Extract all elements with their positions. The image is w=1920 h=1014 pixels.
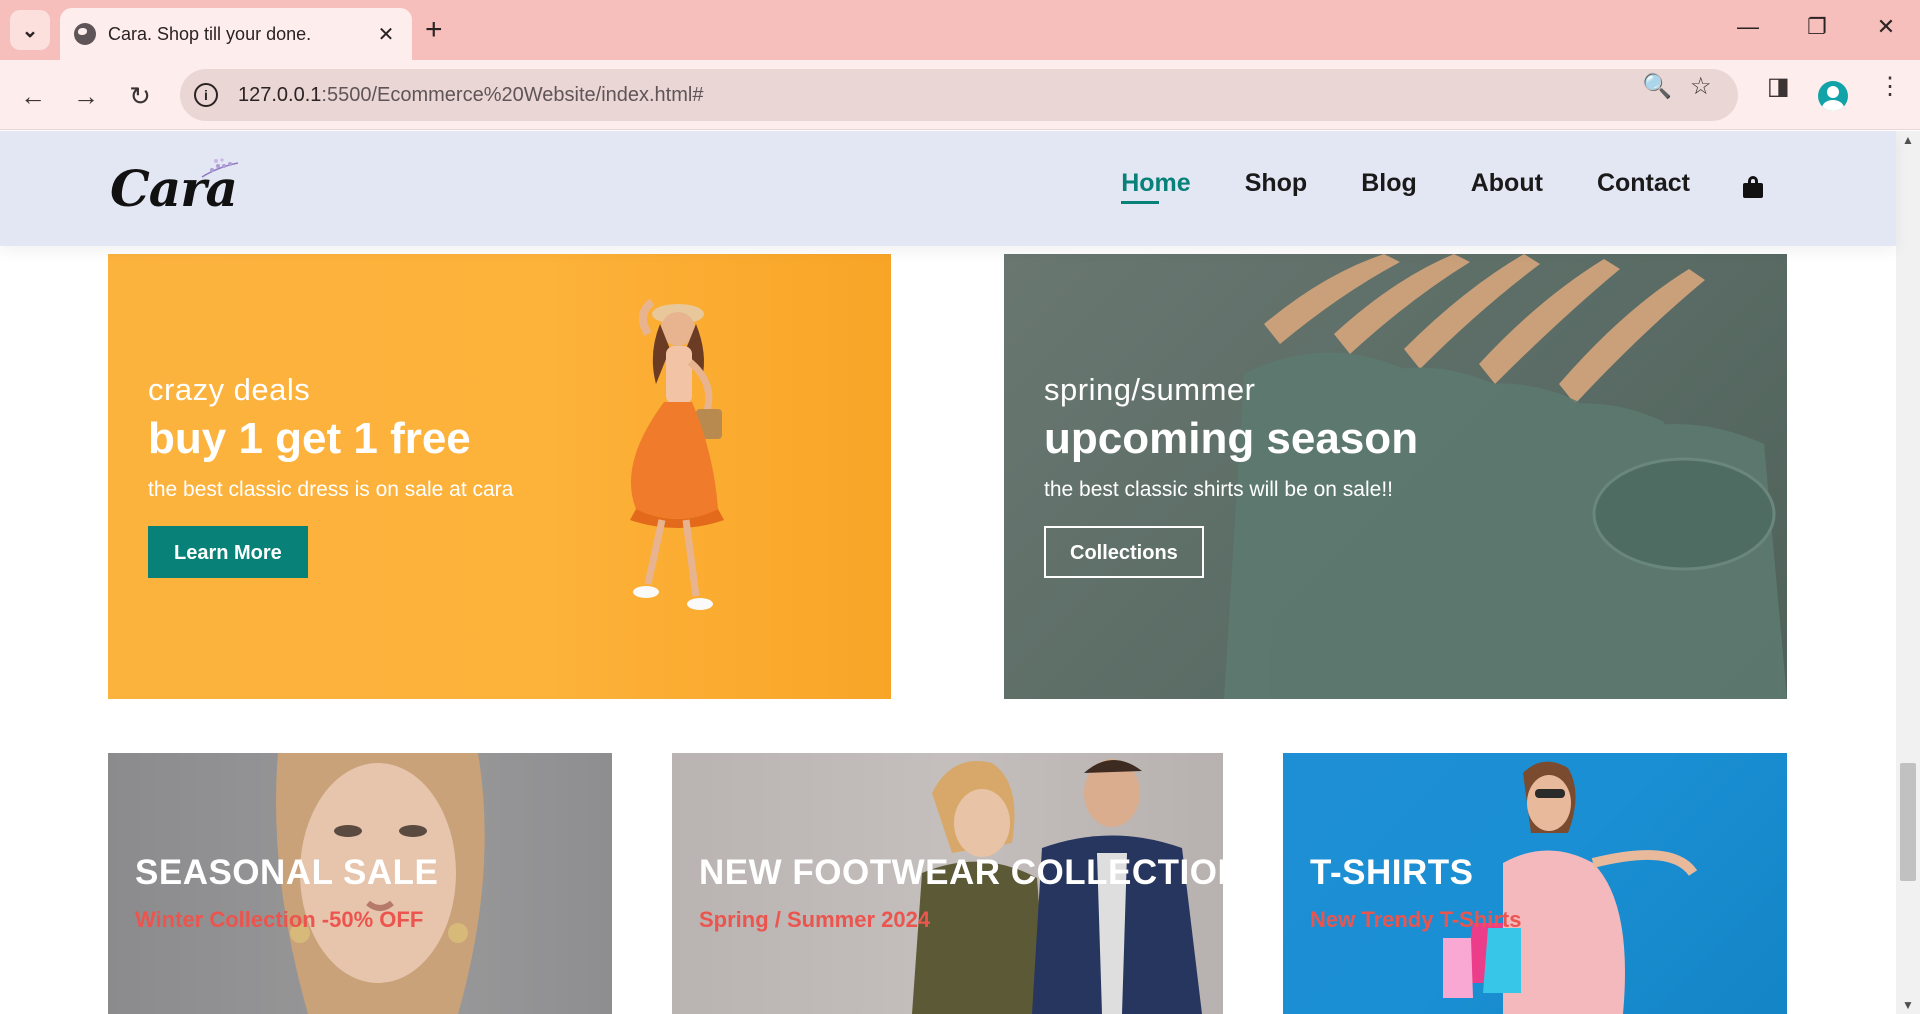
restore-button[interactable]: ❐ [1797, 14, 1837, 40]
tab-search-button[interactable]: ⌄ [10, 10, 50, 50]
site-info-icon[interactable]: i [194, 83, 218, 107]
back-button[interactable]: ← [15, 78, 51, 114]
profile-avatar[interactable] [1818, 81, 1848, 111]
deal-eyebrow: crazy deals [148, 372, 311, 407]
shopping-bag-icon[interactable] [1742, 175, 1764, 198]
url-text: 127.0.0.1:5500/Ecommerce%20Website/index… [238, 84, 703, 107]
zoom-icon[interactable]: 🔍 [1642, 72, 1672, 101]
browser-tab-bar: ⌄ Cara. Shop till your done. ✕ + — ❐ ✕ [0, 0, 1920, 60]
nav-contact[interactable]: Contact [1597, 169, 1690, 204]
reload-button[interactable]: ↻ [122, 78, 158, 114]
lavender-sprig-icon [201, 158, 239, 178]
footwear-text: NEW FOOTWEAR COLLECTION Spring / Summer … [699, 853, 1223, 933]
browser-menu-icon[interactable]: ⋮ [1878, 72, 1902, 101]
new-tab-button[interactable]: + [425, 14, 443, 46]
nav-home[interactable]: Home [1121, 169, 1191, 204]
footwear-subtitle: Spring / Summer 2024 [699, 907, 931, 932]
tshirts-text: T-SHIRTS New Trendy T-Shirts [1310, 853, 1522, 933]
footwear-title: NEW FOOTWEAR COLLECTION [699, 853, 1223, 892]
nav-shop[interactable]: Shop [1245, 169, 1308, 204]
tshirts-title: T-SHIRTS [1310, 853, 1474, 892]
seasonal-sale-subtitle: Winter Collection -50% OFF [135, 907, 424, 932]
browser-tab-active[interactable]: Cara. Shop till your done. ✕ [60, 8, 412, 60]
url-path: :5500/Ecommerce%20Website/index.html# [321, 83, 704, 106]
season-eyebrow: spring/summer [1044, 372, 1256, 407]
address-bar[interactable]: i 127.0.0.1:5500/Ecommerce%20Website/ind… [180, 69, 1738, 121]
collections-button[interactable]: Collections [1044, 526, 1204, 578]
site-header: Cara Home Shop Blog About Contact [0, 131, 1896, 246]
scroll-down-arrow-icon[interactable]: ▼ [1896, 998, 1920, 1012]
seasonal-sale-title: SEASONAL SALE [135, 853, 439, 892]
seasonal-sale-banner[interactable]: SEASONAL SALE Winter Collection -50% OFF [108, 753, 612, 1014]
forward-button[interactable]: → [68, 78, 104, 114]
globe-icon [74, 23, 96, 45]
footwear-collection-banner[interactable]: NEW FOOTWEAR COLLECTION Spring / Summer … [672, 753, 1223, 1014]
page-viewport: Cara Home Shop Blog About Contact crazy … [0, 131, 1920, 1014]
main-nav: Home Shop Blog About Contact [1067, 169, 1764, 204]
url-host: 127.0.0.1 [238, 83, 322, 106]
crazy-deals-banner: crazy deals buy 1 get 1 free the best cl… [108, 254, 891, 699]
season-text-block: spring/summer upcoming season the best c… [1044, 372, 1418, 578]
nav-about[interactable]: About [1471, 169, 1543, 204]
deal-text-block: crazy deals buy 1 get 1 free the best cl… [148, 372, 513, 578]
page-scrollbar[interactable]: ▲ ▼ [1896, 131, 1920, 1014]
scrollbar-thumb[interactable] [1900, 763, 1916, 881]
dancing-woman-image [630, 298, 724, 610]
tshirts-banner[interactable]: T-SHIRTS New Trendy T-Shirts [1283, 753, 1787, 1014]
deal-headline: buy 1 get 1 free [148, 414, 471, 463]
upcoming-season-banner: spring/summer upcoming season the best c… [1004, 254, 1787, 699]
bookmark-star-icon[interactable]: ☆ [1690, 72, 1712, 101]
nav-blog[interactable]: Blog [1361, 169, 1417, 204]
season-headline: upcoming season [1044, 414, 1419, 463]
tab-title: Cara. Shop till your done. [108, 23, 312, 44]
scroll-up-arrow-icon[interactable]: ▲ [1896, 133, 1920, 147]
browser-toolbar: ← → ↻ i 127.0.0.1:5500/Ecommerce%20Websi… [0, 60, 1920, 130]
deal-subtext: the best classic dress is on sale at car… [148, 478, 514, 501]
tshirts-subtitle: New Trendy T-Shirts [1310, 907, 1522, 932]
seasonal-sale-text: SEASONAL SALE Winter Collection -50% OFF [135, 853, 438, 933]
close-tab-icon[interactable]: ✕ [374, 22, 398, 47]
side-panel-icon[interactable]: ◨ [1767, 72, 1790, 101]
close-window-button[interactable]: ✕ [1866, 14, 1906, 40]
chevron-down-icon: ⌄ [21, 19, 39, 42]
minimize-button[interactable]: — [1728, 14, 1768, 40]
season-subtext: the best classic shirts will be on sale!… [1044, 478, 1393, 501]
learn-more-button[interactable]: Learn More [148, 526, 308, 578]
